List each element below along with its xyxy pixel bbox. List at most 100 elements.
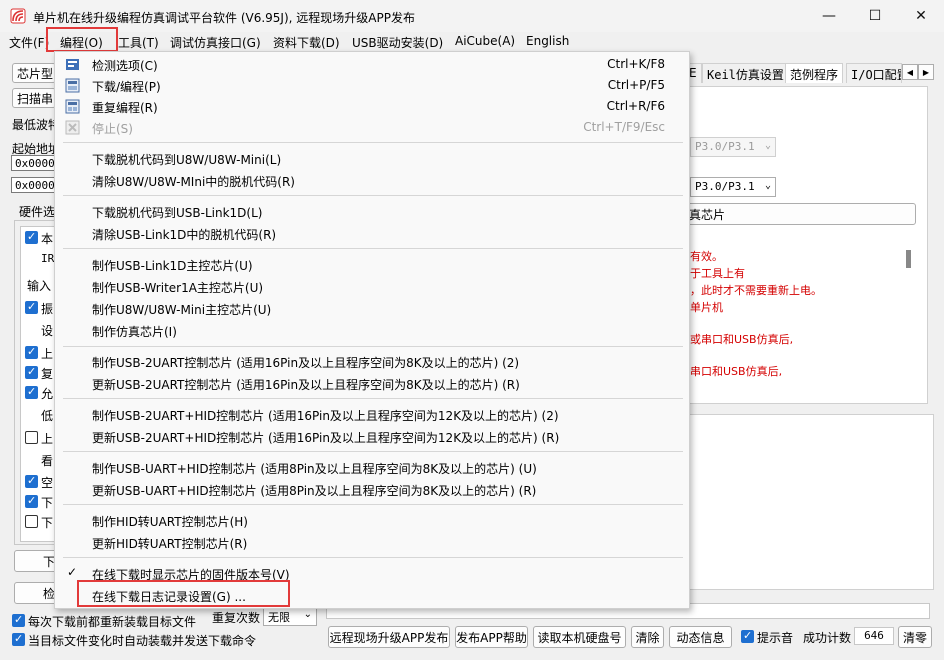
info-line: 有效。 (690, 250, 723, 263)
hw-option-label: 上 (41, 432, 54, 446)
tab-scroll-left-button[interactable]: ◀ (902, 64, 918, 80)
hw-option-checkbox[interactable] (25, 345, 38, 359)
window-title: 单片机在线升级编程仿真调试平台软件 (V6.95J), 远程现场升级APP发布 (33, 11, 415, 25)
menu-item-update-2uart-chip[interactable]: 更新USB-2UART控制芯片 (适用16Pin及以上且程序空间为8K及以上的芯… (55, 373, 689, 394)
menu-item-label: 检测选项(C) (92, 59, 158, 73)
menu-item-check-options[interactable]: 检测选项(C) Ctrl+K/F8 (55, 54, 689, 75)
menu-item-clear-offline-link1d[interactable]: 清除USB-Link1D中的脱机代码(R) (55, 223, 689, 244)
repeat-count-label: 重复次数 (212, 611, 261, 625)
info-scrollbar-thumb[interactable] (906, 250, 911, 268)
read-disk-id-button[interactable]: 读取本机硬盘号 (533, 626, 626, 648)
chevron-down-icon: ⌄ (303, 609, 312, 620)
tab-io-config[interactable]: I/O口配置 (846, 63, 902, 83)
menu-aicube[interactable]: AiCube(A) (455, 34, 515, 48)
menu-separator (63, 398, 683, 399)
menu-item-label: 在线下载日志记录设置(G) ... (92, 590, 246, 604)
hw-option-checkbox[interactable] (25, 431, 38, 444)
menu-item-download-offline-u8w[interactable]: 下载脱机代码到U8W/U8W-Mini(L) (55, 148, 689, 169)
menu-tools[interactable]: 工具(T) (118, 34, 159, 51)
repeat-count-select[interactable]: 无限 ⌄ (263, 606, 317, 626)
menu-item-make-emulator-chip[interactable]: 制作仿真芯片(I) (55, 320, 689, 341)
close-button[interactable]: ✕ (898, 0, 944, 32)
menu-program[interactable]: 编程(O) (60, 34, 103, 51)
minimize-button[interactable]: — (806, 0, 852, 32)
beep-checkbox[interactable] (741, 629, 754, 643)
info-text: 有效。 于工具上有 ，此时才不需要重新上电。 单片机 或串口和USB仿真后, 串… (690, 248, 900, 394)
tab-scroll-right-button[interactable]: ▶ (918, 64, 934, 80)
success-count-label: 成功计数 (803, 631, 852, 645)
menu-item-update-hid-uart-chip[interactable]: 更新HID转UART控制芯片(R) (55, 532, 689, 553)
menu-file[interactable]: 文件(F) (9, 34, 49, 51)
menu-item-make-uart-hid-chip[interactable]: 制作USB-UART+HID控制芯片 (适用8Pin及以上且程序空间为8K及以上… (55, 457, 689, 478)
auto-reload-checkbox[interactable] (12, 632, 25, 646)
menu-item-update-uart-hid-chip[interactable]: 更新USB-UART+HID控制芯片 (适用8Pin及以上且程序空间为8K及以上… (55, 479, 689, 500)
app-logo-icon (10, 8, 26, 24)
menu-item-repeat-program[interactable]: 重复编程(R) Ctrl+R/F6 (55, 96, 689, 117)
hw-option-checkbox[interactable] (25, 515, 38, 528)
menu-item-stop[interactable]: 停止(S) Ctrl+T/F9/Esc (55, 117, 689, 138)
menu-item-download-log-settings[interactable]: 在线下载日志记录设置(G) ... (55, 585, 689, 606)
info-scrollbar[interactable] (903, 248, 917, 394)
menu-item-make-writer1a-chip[interactable]: 制作USB-Writer1A主控芯片(U) (55, 276, 689, 297)
hw-option-checkbox[interactable] (25, 365, 38, 379)
info-line (690, 316, 900, 331)
tab-strip: E Keil仿真设置 范例程序 I/O口配置 ◀ ▶ (684, 62, 942, 84)
tab-examples[interactable]: 范例程序 (785, 63, 844, 83)
menu-item-shortcut: Ctrl+K/F8 (607, 57, 665, 71)
info-line (690, 348, 900, 363)
chevron-down-icon: ⌄ (764, 180, 771, 191)
menu-english[interactable]: English (526, 34, 569, 48)
make-emulator-chip-button[interactable]: 真芯片 (686, 203, 916, 225)
hw-option-label: 上 (41, 347, 54, 361)
menu-item-label: 下载脱机代码到USB-Link1D(L) (92, 206, 263, 220)
menu-item-clear-offline-u8w[interactable]: 清除U8W/U8W-MIni中的脱机代码(R) (55, 170, 689, 191)
hw-option-checkbox[interactable] (25, 300, 38, 314)
hw-option-label: 低 (41, 409, 54, 423)
tab-keil-settings[interactable]: Keil仿真设置 (702, 63, 789, 83)
dynamic-info-button[interactable]: 动态信息 (669, 626, 732, 648)
menu-resource-download[interactable]: 资料下载(D) (273, 34, 340, 51)
remote-upgrade-publish-button[interactable]: 远程现场升级APP发布 (328, 626, 450, 648)
menu-item-make-hid-uart-chip[interactable]: 制作HID转UART控制芯片(H) (55, 510, 689, 531)
hw-option-checkbox[interactable] (25, 474, 38, 488)
menu-item-label: 制作USB-Writer1A主控芯片(U) (92, 281, 264, 295)
port-select-disabled[interactable]: P3.0/P3.1 ⌄ (690, 137, 776, 157)
menu-item-update-2uart-hid-chip[interactable]: 更新USB-2UART+HID控制芯片 (适用16Pin及以上且程序空间为12K… (55, 426, 689, 447)
menu-item-label: 在线下载时显示芯片的固件版本号(V) (92, 568, 290, 582)
min-baud-label: 最低波特 (12, 118, 61, 132)
menu-item-show-firmware-version[interactable]: ✓ 在线下载时显示芯片的固件版本号(V) (55, 563, 689, 584)
menu-usb-driver[interactable]: USB驱动安装(D) (352, 34, 443, 51)
port-select[interactable]: P3.0/P3.1 ⌄ (690, 177, 776, 197)
reload-each-time-checkbox[interactable] (12, 613, 25, 627)
chevron-down-icon: ⌄ (764, 140, 771, 151)
menu-debug-interface[interactable]: 调试仿真接口(G) (170, 34, 261, 51)
clear-log-button[interactable]: 清除 (631, 626, 664, 648)
menu-item-make-u8w-chip[interactable]: 制作U8W/U8W-Mini主控芯片(U) (55, 298, 689, 319)
chip-model-select[interactable]: 芯片型 (12, 63, 56, 83)
publish-app-help-button[interactable]: 发布APP帮助 (455, 626, 528, 648)
beep-label: 提示音 (757, 631, 794, 645)
menu-item-label: 下载脱机代码到U8W/U8W-Mini(L) (92, 153, 282, 167)
check-mcu-button[interactable]: 检 (14, 582, 58, 604)
download-program-button[interactable]: 下 (14, 550, 58, 572)
reset-count-button[interactable]: 清零 (898, 626, 932, 648)
maximize-icon: ☐ (868, 8, 882, 24)
hw-option-label: 振 (41, 302, 54, 316)
end-address-field[interactable]: 0x0000 (11, 177, 55, 193)
hw-option-checkbox[interactable] (25, 494, 38, 508)
menu-item-make-link1d-chip[interactable]: 制作USB-Link1D主控芯片(U) (55, 254, 689, 275)
start-address-field[interactable]: 0x0000 (11, 155, 55, 171)
menu-separator (63, 557, 683, 558)
maximize-button[interactable]: ☐ (852, 0, 898, 32)
menu-item-label: 制作USB-Link1D主控芯片(U) (92, 259, 253, 273)
menu-item-make-2uart-hid-chip[interactable]: 制作USB-2UART+HID控制芯片 (适用16Pin及以上且程序空间为12K… (55, 404, 689, 425)
menu-item-label: 更新USB-2UART+HID控制芯片 (适用16Pin及以上且程序空间为12K… (92, 431, 560, 445)
hw-option-checkbox[interactable] (25, 230, 38, 244)
menu-item-download-program[interactable]: 下载/编程(P) Ctrl+P/F5 (55, 75, 689, 96)
hw-option-checkbox[interactable] (25, 385, 38, 399)
menu-item-download-offline-link1d[interactable]: 下载脱机代码到USB-Link1D(L) (55, 201, 689, 222)
menu-item-label: 制作USB-2UART控制芯片 (适用16Pin及以上且程序空间为8K及以上的芯… (92, 356, 520, 370)
menu-item-make-2uart-chip[interactable]: 制作USB-2UART控制芯片 (适用16Pin及以上且程序空间为8K及以上的芯… (55, 351, 689, 372)
log-output-area[interactable] (684, 414, 934, 590)
scan-serial-button[interactable]: 扫描串 (12, 88, 56, 108)
